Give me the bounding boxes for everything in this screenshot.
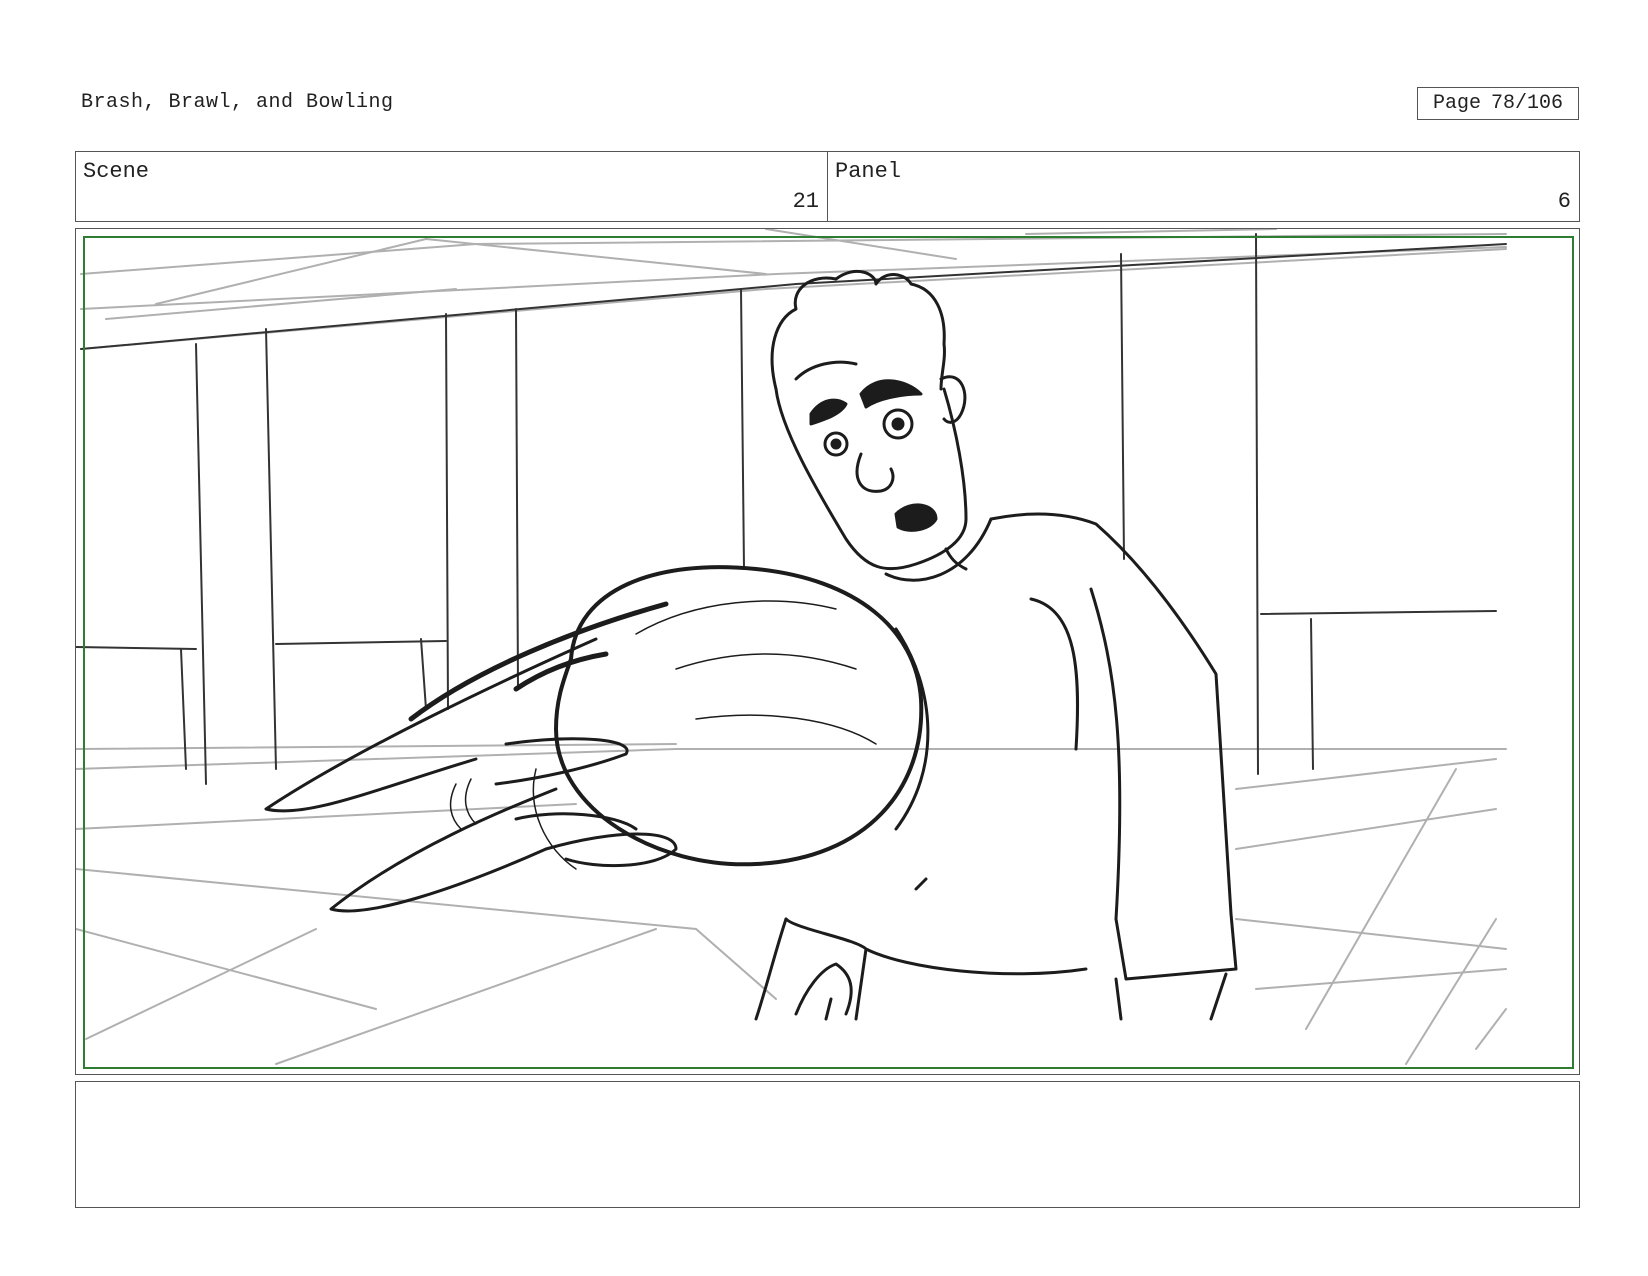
background-sketch bbox=[76, 229, 1507, 1065]
character-sketch bbox=[264, 269, 1238, 1021]
page-label: Page bbox=[1432, 92, 1481, 115]
panel-number: 6 bbox=[1557, 189, 1571, 214]
scene-label: Scene bbox=[83, 159, 150, 184]
storyboard-panel bbox=[75, 228, 1580, 1075]
panel-sketch bbox=[76, 229, 1574, 1069]
page-indicator: Page 78/106 bbox=[1417, 87, 1579, 120]
page-number: 78/106 bbox=[1491, 92, 1564, 115]
panel-label: Panel bbox=[835, 159, 902, 184]
architecture-lines bbox=[76, 233, 1507, 785]
scene-cell: Scene 21 bbox=[76, 152, 827, 221]
scene-panel-header: Scene 21 Panel 6 bbox=[75, 151, 1580, 222]
panel-notes-box bbox=[75, 1081, 1580, 1208]
panel-cell: Panel 6 bbox=[827, 152, 1579, 221]
scene-number: 21 bbox=[792, 189, 819, 214]
document-title: Brash, Brawl, and Bowling bbox=[81, 91, 394, 114]
